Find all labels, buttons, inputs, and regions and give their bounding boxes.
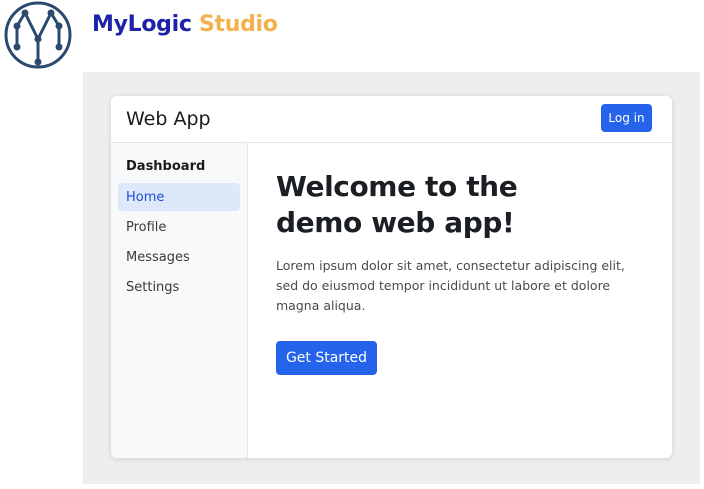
get-started-button[interactable]: Get Started (276, 341, 377, 375)
brand-name-part1: MyLogic (92, 12, 192, 37)
sidebar-item-home[interactable]: Home (118, 183, 240, 211)
brand-name-part2: Studio (191, 12, 278, 37)
main-content: Welcome to the demo web app! Lorem ipsum… (248, 143, 672, 458)
app-title: Web App (126, 108, 211, 130)
intro-text: Lorem ipsum dolor sit amet, consectetur … (276, 258, 625, 313)
sidebar-nav: Home Profile Messages Settings (118, 183, 240, 303)
network-m-logo-icon (4, 1, 72, 69)
sidebar-item-messages[interactable]: Messages (118, 243, 240, 271)
brand-header: MyLogic Studio (0, 0, 704, 70)
app-window: Web App Log in Dashboard Home Profile Me… (111, 96, 672, 458)
sidebar-heading: Dashboard (126, 159, 206, 174)
brand-name: MyLogic Studio (92, 12, 278, 37)
page-title: Welcome to the demo web app! (276, 170, 518, 239)
sidebar-item-profile[interactable]: Profile (118, 213, 240, 241)
sidebar-item-settings[interactable]: Settings (118, 273, 240, 301)
login-button[interactable]: Log in (601, 104, 652, 132)
sidebar: Dashboard Home Profile Messages Settings (111, 143, 248, 458)
top-navbar: Web App Log in (111, 96, 672, 143)
